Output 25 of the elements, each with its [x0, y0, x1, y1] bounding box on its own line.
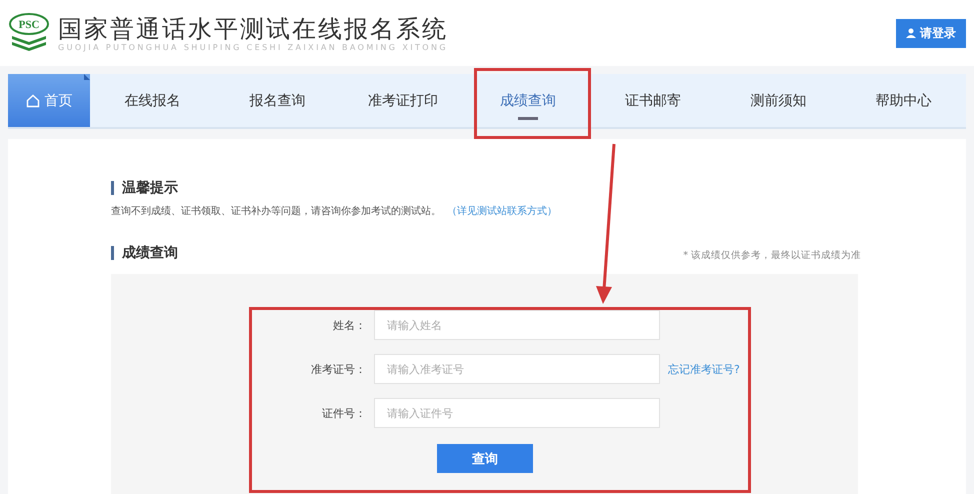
field-label: 证件号：	[322, 406, 366, 420]
input-field[interactable]: 请输入准考证号	[374, 354, 660, 384]
nav-tab[interactable]: 帮助中心	[840, 74, 966, 127]
user-icon	[906, 28, 916, 38]
contact-link[interactable]: （详见测试站联系方式）	[447, 204, 557, 218]
field-label: 姓名：	[333, 318, 366, 332]
input-field[interactable]: 请输入证件号	[374, 398, 660, 428]
site-subtitle: GUOJIA PUTONGHUA SHUIPING CESHI ZAIXIAN BAOMING XITONG	[58, 42, 448, 52]
nav-tab[interactable]: 准考证打印	[340, 74, 466, 127]
site-title: 国家普通话水平测试在线报名系统	[58, 14, 448, 42]
nav-tab[interactable]: 证书邮寄	[590, 74, 716, 127]
notice-text: 查询不到成绩、证书领取、证书补办等问题，请咨询你参加考试的测试站。	[111, 204, 441, 218]
input-field[interactable]: 请输入姓名	[374, 310, 660, 340]
field-label: 准考证号：	[311, 362, 366, 376]
section-title: 温馨提示	[122, 179, 178, 197]
section-title: 成绩查询	[122, 244, 178, 262]
home-icon	[26, 94, 40, 108]
nav-tab[interactable]: 成绩查询	[465, 74, 591, 127]
disclaimer-note: * 该成绩仅供参考，最终以证书成绩为准	[683, 249, 861, 262]
query-button[interactable]: 查询	[437, 444, 533, 473]
nav-tab[interactable]: 测前须知	[716, 74, 841, 127]
login-button[interactable]: 请登录	[896, 18, 966, 48]
nav-tab[interactable]: 在线报名	[90, 74, 216, 127]
nav-tab[interactable]: 报名查询	[215, 74, 340, 127]
active-underline	[518, 117, 538, 120]
